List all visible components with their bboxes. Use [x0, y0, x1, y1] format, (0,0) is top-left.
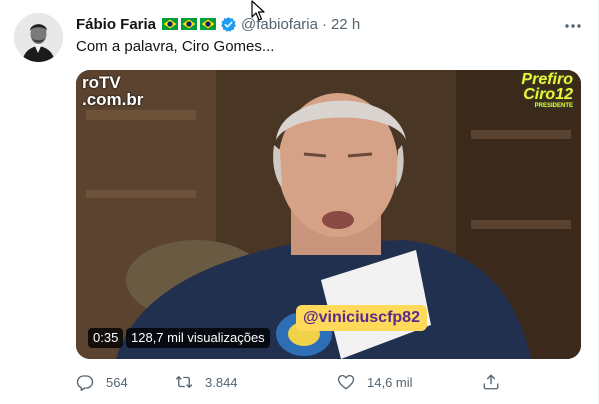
video-views-badge: 128,7 mil visualizações — [126, 328, 270, 348]
tweet-actions: 564 3.844 14,6 mil — [76, 373, 581, 393]
tv-logo: roTV .com.br — [82, 74, 143, 108]
author-name[interactable]: Fábio Faria — [76, 16, 156, 33]
video-watermark: @viniciuscfp82 — [296, 305, 427, 331]
tweet-text: Com a palavra, Ciro Gomes... — [76, 38, 275, 55]
like-icon — [337, 374, 355, 390]
like-button[interactable]: 14,6 mil — [337, 373, 413, 391]
author-flags — [162, 18, 217, 30]
tweet-header: Fábio Faria @fabiofaria · 22 h — [76, 14, 360, 34]
tv-logo-line2: .com.br — [82, 90, 144, 109]
more-icon[interactable] — [563, 17, 583, 35]
share-button[interactable] — [482, 373, 512, 391]
video-player[interactable]: roTV .com.br Prefiro Ciro12 PRESIDENTE @… — [76, 70, 581, 359]
campaign-logo: Prefiro Ciro12 PRESIDENTE — [521, 72, 573, 110]
verified-icon — [221, 16, 236, 32]
campaign-logo-line2: Ciro12 — [523, 86, 573, 103]
brazil-flag-icon — [200, 18, 217, 30]
tweet-timestamp[interactable]: 22 h — [331, 16, 360, 33]
campaign-logo-sub: PRESIDENTE — [534, 103, 573, 109]
reply-icon — [76, 375, 94, 391]
brazil-flag-icon — [162, 18, 179, 30]
separator-dot: · — [321, 15, 327, 33]
avatar[interactable] — [14, 13, 63, 62]
retweet-icon — [175, 376, 193, 388]
retweet-button[interactable]: 3.844 — [175, 373, 238, 391]
share-icon — [483, 374, 499, 390]
mouse-cursor-icon — [251, 0, 265, 21]
like-count: 14,6 mil — [367, 374, 413, 390]
retweet-count: 3.844 — [205, 374, 238, 390]
reply-button[interactable]: 564 — [76, 373, 128, 391]
brazil-flag-icon — [181, 18, 198, 30]
video-duration-badge: 0:35 — [88, 328, 124, 348]
reply-count: 564 — [106, 374, 128, 390]
